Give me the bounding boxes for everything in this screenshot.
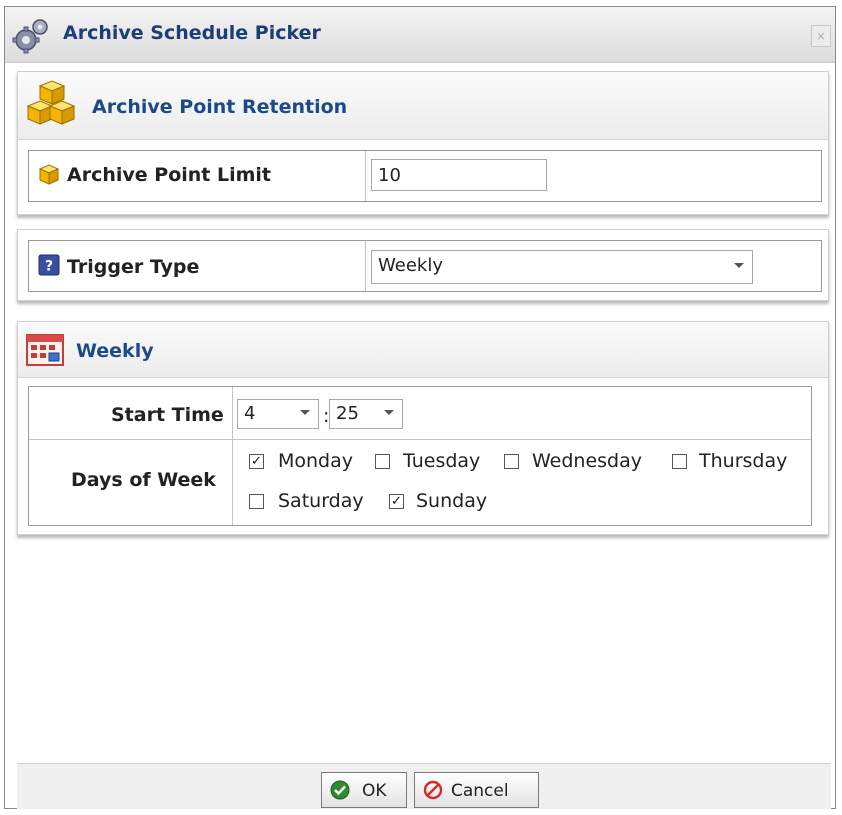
saturday-checkbox[interactable] [249,494,264,509]
no-entry-icon [423,780,443,800]
cube-icon [38,164,60,185]
cubes-icon [26,80,76,125]
start-time-label: Start Time [111,404,224,426]
monday-checkbox[interactable]: ✓ [249,454,264,469]
tuesday-label: Tuesday [403,450,481,472]
thursday-checkbox[interactable] [672,454,687,469]
ok-button-label: OK [362,781,387,801]
grid-row-divider [29,439,811,440]
trigger-type-label: Trigger Type [67,256,200,278]
check-circle-icon [330,780,350,800]
dialog-footer: OK Cancel [17,763,831,809]
retention-panel: Archive Point Retention Archive Point Li… [17,71,829,215]
archive-point-limit-input[interactable] [371,159,547,191]
chevron-down-icon [300,410,310,415]
start-minute-select[interactable]: 25 [329,399,403,429]
ok-button[interactable]: OK [321,772,407,808]
chevron-down-icon [384,410,394,415]
weekly-grid: Start Time 4 : 25 Days of Week ✓ Monday … [28,386,812,526]
start-hour-value: 4 [244,403,256,424]
grid-divider [365,241,366,291]
days-of-week-label: Days of Week [71,469,216,491]
thursday-label: Thursday [699,450,788,472]
gears-icon [12,19,48,54]
grid-divider [365,151,366,201]
dialog-title: Archive Schedule Picker [63,22,321,44]
retention-panel-title: Archive Point Retention [92,96,348,118]
retention-panel-header: Archive Point Retention [18,72,828,140]
weekly-panel-header: Weekly [18,322,828,378]
calendar-icon [26,334,64,366]
start-hour-select[interactable]: 4 [237,399,319,429]
wednesday-label: Wednesday [532,450,643,472]
weekly-panel: Weekly Start Time 4 : 25 Days of Week ✓ … [17,321,829,535]
sunday-checkbox[interactable]: ✓ [389,494,404,509]
chevron-down-icon [734,263,744,268]
weekly-panel-title: Weekly [76,340,154,362]
tuesday-checkbox[interactable] [375,454,390,469]
archive-point-limit-label: Archive Point Limit [67,164,271,186]
trigger-type-value: Weekly [378,255,443,276]
sunday-label: Sunday [416,490,488,512]
start-minute-value: 25 [336,403,359,424]
close-button[interactable]: × [811,25,831,47]
trigger-type-select[interactable]: Weekly [371,250,753,284]
monday-label: Monday [278,450,354,472]
trigger-panel: ? Trigger Type Weekly [17,229,829,301]
svg-text:?: ? [45,259,53,275]
archive-schedule-dialog: Archive Schedule Picker × Archive Point … [4,6,836,809]
retention-grid: Archive Point Limit [28,150,822,202]
saturday-label: Saturday [278,490,364,512]
cancel-button[interactable]: Cancel [414,772,539,808]
grid-divider [232,387,233,525]
wednesday-checkbox[interactable] [504,454,519,469]
cancel-button-label: Cancel [451,781,509,801]
help-icon: ? [38,254,60,276]
title-bar[interactable]: Archive Schedule Picker × [5,7,835,63]
trigger-grid: ? Trigger Type Weekly [28,240,822,292]
